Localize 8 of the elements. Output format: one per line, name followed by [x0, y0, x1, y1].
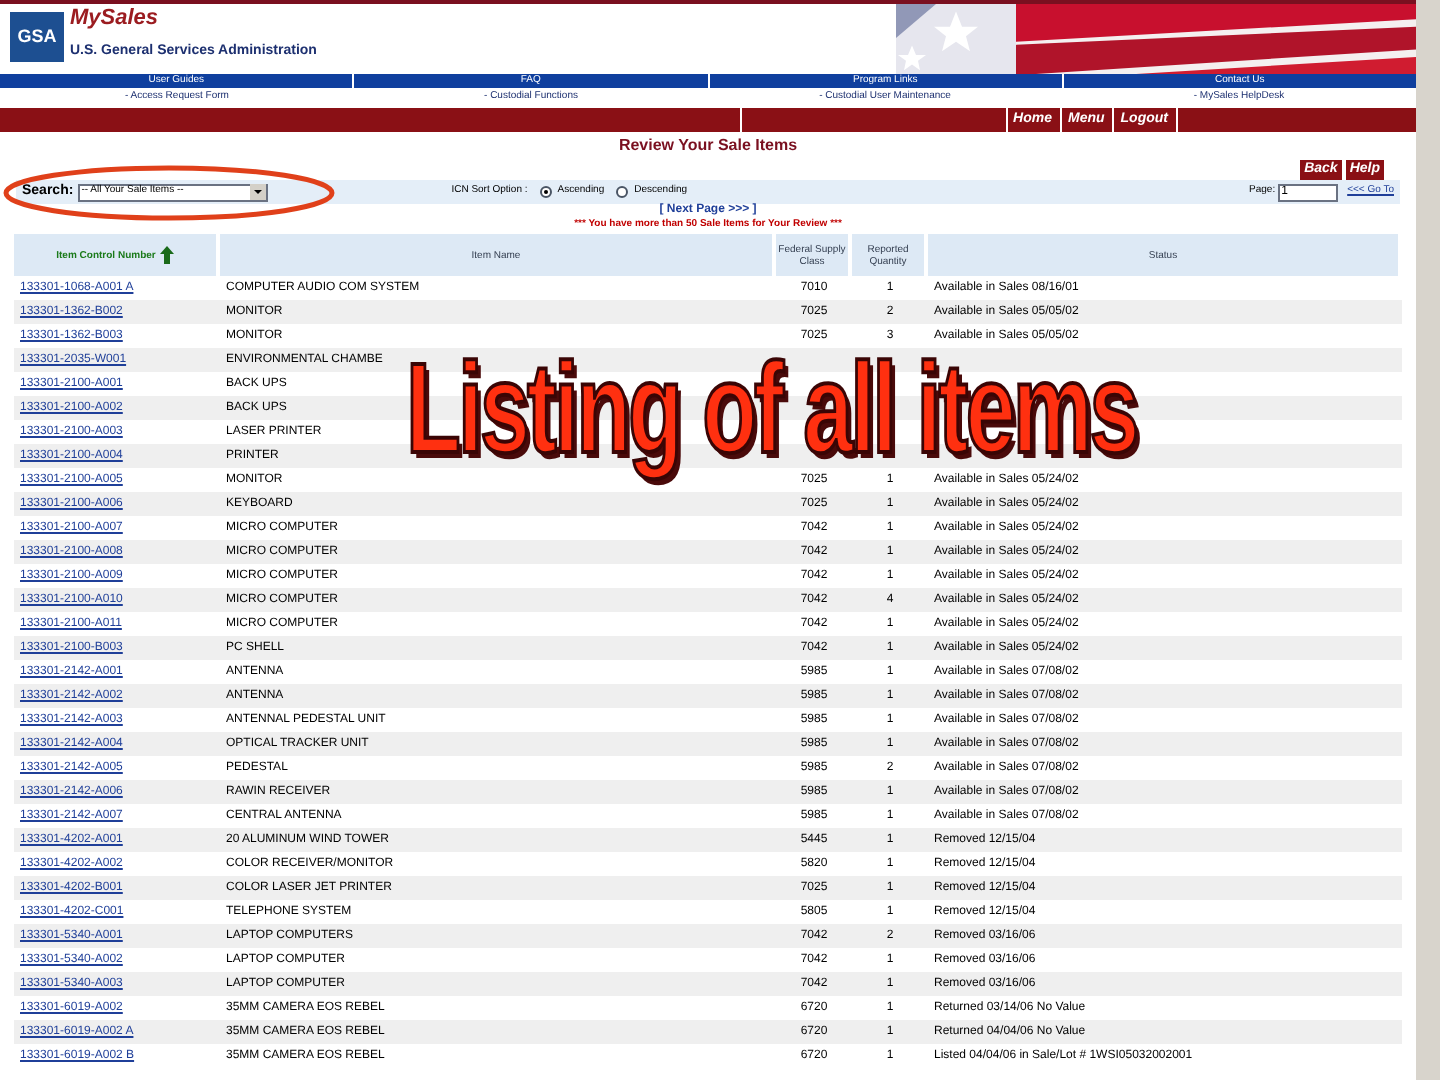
dropdown-arrow-icon	[249, 184, 266, 200]
overlay-caption: Listing of all items	[406, 340, 1137, 476]
up-arrow-icon	[159, 246, 174, 264]
radio-button[interactable]	[539, 186, 552, 198]
radio-button[interactable]	[616, 186, 629, 198]
logo: GSA	[10, 12, 64, 62]
site-title: MySales	[70, 4, 161, 32]
page-title: Review Your Sale Items	[618, 134, 798, 158]
